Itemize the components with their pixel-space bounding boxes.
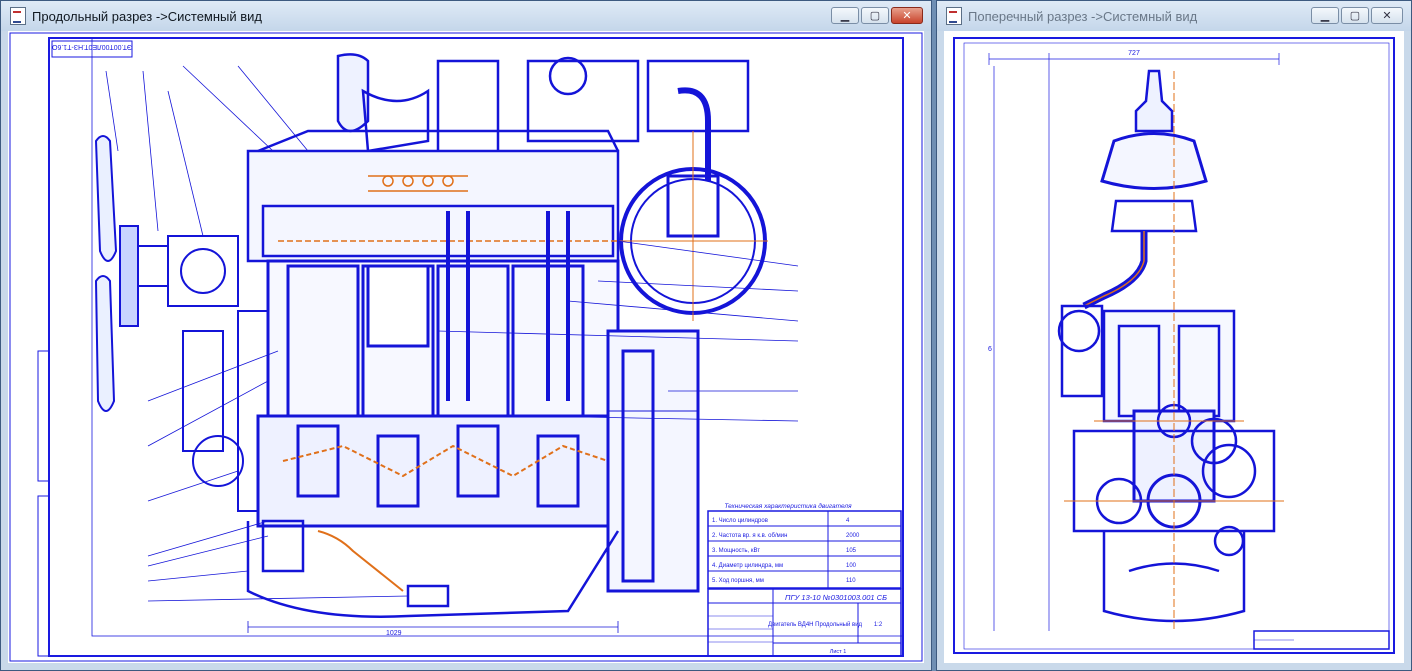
drawing-canvas[interactable]: ЭТ.00Т00ЛЕ0Т.НЗ-Т1.6О 1029 Техническая х… <box>8 31 924 663</box>
crankshaft <box>256 414 640 528</box>
bottom-dimension <box>247 621 619 633</box>
maximize-button[interactable]: ▢ <box>1341 7 1369 24</box>
cross-section-engine <box>1057 69 1276 623</box>
spec-row-5-label: 5. Ход поршня, мм <box>712 578 764 584</box>
title-block-name: Двигатель ВД4Н Продольный вид <box>768 621 863 628</box>
minimize-button[interactable]: ▁ <box>831 7 859 24</box>
titlebar[interactable]: Поперечный разрез ->Системный вид ▁ ▢ ✕ <box>937 1 1411 31</box>
close-button[interactable]: ✕ <box>1371 7 1403 24</box>
document-icon <box>946 7 962 25</box>
spec-row-5-value: 110 <box>846 578 856 584</box>
window-cross-section[interactable]: Поперечный разрез ->Системный вид ▁ ▢ ✕ … <box>936 0 1412 671</box>
flywheel <box>606 329 700 593</box>
engine-cross-section-drawing: 727 6 <box>953 37 1395 654</box>
spec-row-1-value: 4 <box>846 518 850 524</box>
engine-longitudinal-drawing: ЭТ.00Т00ЛЕ0Т.НЗ-Т1.6О 1029 Техническая х… <box>9 32 923 662</box>
titlebar[interactable]: Продольный разрез ->Системный вид ▁ ▢ ✕ <box>1 1 931 31</box>
fan <box>94 135 169 412</box>
spec-row-4-label: 4. Диаметр цилиндра, мм <box>712 563 783 569</box>
top-stamp-text: ЭТ.00Т00ЛЕ0Т.НЗ-Т1.6О <box>51 43 132 50</box>
window-title: Поперечный разрез ->Системный вид <box>968 8 1198 24</box>
oil-pan <box>246 519 620 618</box>
air-filter <box>618 131 768 321</box>
maximize-button[interactable]: ▢ <box>861 7 889 24</box>
spec-row-3-value: 105 <box>846 548 857 554</box>
spec-row-4-value: 100 <box>846 563 857 569</box>
spec-table-title: Техническая характеристика двигателя <box>724 502 852 510</box>
spec-row-3-label: 3. Мощность, кВт <box>712 548 760 554</box>
window-title: Продольный разрез ->Системный вид <box>32 8 263 24</box>
drawing-canvas[interactable]: 727 6 <box>944 31 1404 663</box>
side-dimension-text: 6 <box>988 346 992 353</box>
bottom-dimension-text: 1029 <box>386 630 402 637</box>
spec-row-2-value: 2000 <box>846 533 860 539</box>
window-longitudinal-section[interactable]: Продольный разрез ->Системный вид ▁ ▢ ✕ … <box>0 0 932 671</box>
top-dimension-text: 727 <box>1128 50 1140 57</box>
title-block-scale: 1:2 <box>874 622 883 628</box>
close-button[interactable]: ✕ <box>891 7 923 24</box>
spec-row-1-label: 1. Число цилиндров <box>712 518 768 524</box>
front-pulley <box>167 235 269 512</box>
title-block-sheet: Лист 1 <box>830 649 847 655</box>
document-icon <box>10 7 26 25</box>
spec-row-2-label: 2. Частота вр. я к.в. об/мин <box>712 533 787 539</box>
centerlines <box>1064 71 1284 631</box>
title-block-doc-number: ПГУ 13-10 №0301003.001 СБ <box>785 593 887 602</box>
minimize-button[interactable]: ▁ <box>1311 7 1339 24</box>
